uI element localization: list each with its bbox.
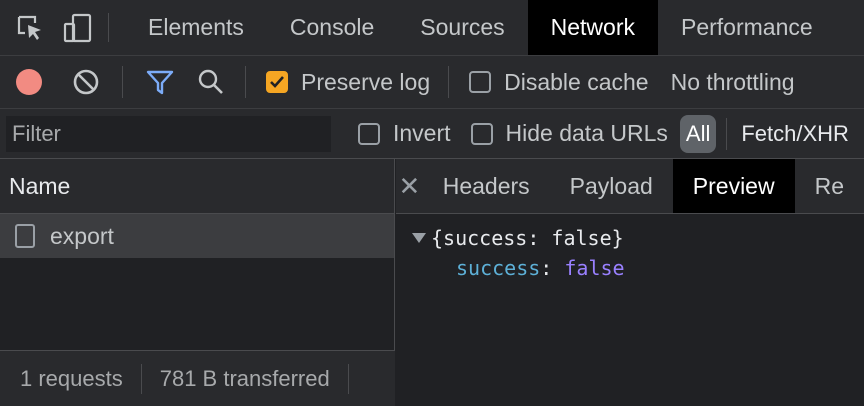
transferred-size: 781 B transferred	[159, 365, 330, 391]
tab-response[interactable]: Re	[795, 159, 864, 213]
tab-elements[interactable]: Elements	[125, 0, 267, 55]
filter-separator	[726, 117, 728, 150]
preserve-log-checkbox[interactable]	[266, 71, 288, 93]
property-key: success	[456, 256, 541, 280]
file-icon	[15, 224, 35, 248]
table-row[interactable]: export	[0, 214, 394, 258]
toolbar-separator	[122, 66, 123, 98]
checkmark-icon	[270, 76, 284, 88]
filter-input[interactable]	[6, 115, 331, 152]
throttling-select[interactable]: No throttling	[671, 69, 795, 96]
hide-data-urls-checkbox[interactable]	[470, 122, 493, 145]
detail-tab-bar: ✕ Headers Payload Preview Re	[396, 159, 864, 214]
tab-performance[interactable]: Performance	[658, 0, 836, 55]
tab-network[interactable]: Network	[527, 0, 658, 55]
toolbar-separator	[245, 66, 246, 98]
type-filter-all[interactable]: All	[679, 114, 717, 153]
preview-content: {success: false} success: false	[396, 214, 864, 280]
tab-preview[interactable]: Preview	[672, 159, 795, 213]
filter-icon[interactable]	[145, 68, 175, 96]
invert-label: Invert	[393, 120, 451, 146]
hide-data-urls-label: Hide data URLs	[505, 120, 668, 146]
network-toolbar: Preserve log Disable cache No throttling	[0, 56, 864, 109]
search-icon[interactable]	[197, 68, 225, 96]
tab-payload[interactable]: Payload	[550, 159, 673, 213]
request-name: export	[50, 222, 114, 249]
preserve-log-label: Preserve log	[301, 68, 431, 95]
property-value: false	[564, 256, 625, 280]
close-icon[interactable]: ✕	[396, 159, 423, 213]
toolbar-separator	[448, 66, 450, 98]
status-separator	[140, 363, 142, 394]
type-filter-fetch-xhr[interactable]: Fetch/XHR	[741, 121, 849, 147]
disable-cache-checkbox[interactable]	[469, 71, 492, 93]
tab-headers[interactable]: Headers	[423, 159, 550, 213]
name-column-header[interactable]: Name	[0, 159, 394, 214]
request-count: 1 requests	[20, 365, 123, 391]
tab-sources[interactable]: Sources	[397, 0, 527, 55]
preview-object-row[interactable]: {success: false}	[396, 226, 864, 250]
expand-triangle-icon[interactable]	[412, 233, 426, 243]
device-toolbar-icon[interactable]	[60, 0, 96, 55]
filter-bar: Invert Hide data URLs All Fetch/XHR	[0, 109, 864, 159]
tabbar-separator	[108, 13, 109, 42]
clear-icon[interactable]	[72, 68, 100, 96]
preview-summary: {success: false}	[431, 226, 624, 250]
property-colon: :	[540, 256, 553, 280]
record-button[interactable]	[16, 69, 42, 95]
tab-console[interactable]: Console	[267, 0, 397, 55]
preview-property-row: success: false	[396, 256, 864, 280]
inspect-element-icon[interactable]	[12, 0, 48, 55]
request-detail-panel: ✕ Headers Payload Preview Re {success: f…	[396, 159, 864, 406]
status-separator	[347, 363, 349, 394]
request-list-panel: Name export 1 requests 781 B transferred	[0, 159, 395, 406]
devtools-tab-bar: Elements Console Sources Network Perform…	[0, 0, 864, 56]
disable-cache-label: Disable cache	[504, 68, 649, 95]
network-status-bar: 1 requests 781 B transferred	[0, 350, 395, 406]
invert-checkbox[interactable]	[358, 122, 380, 145]
